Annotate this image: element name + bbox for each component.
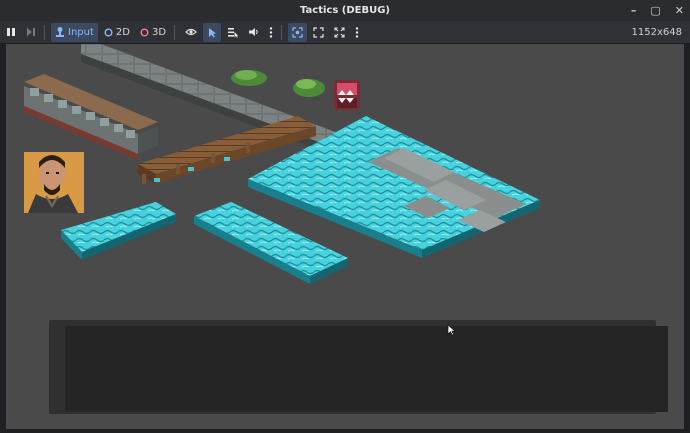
list-select-button[interactable] — [223, 23, 242, 42]
center-view-button[interactable] — [309, 23, 328, 42]
expand-icon — [313, 26, 324, 38]
character-portrait — [24, 152, 84, 213]
step-icon — [27, 28, 35, 36]
speaker-icon — [249, 28, 258, 36]
step-button[interactable] — [22, 23, 40, 42]
mode-3d-button[interactable]: 3D — [136, 23, 170, 42]
camera-frame-icon — [292, 26, 303, 38]
input-label: Input — [68, 26, 94, 38]
camera-override-button[interactable] — [288, 22, 308, 42]
bush-tiles — [231, 70, 325, 97]
mimic-chest-sprite — [334, 80, 360, 110]
speaker-button[interactable] — [244, 23, 263, 42]
window-titlebar: Tactics (DEBUG) – ▢ ✕ — [0, 0, 690, 21]
pause-icon — [7, 28, 15, 36]
radio-3d-icon — [140, 28, 149, 36]
fenced-wall-left — [24, 74, 158, 160]
cursor-arrow-icon — [209, 27, 217, 37]
list-icon — [228, 27, 239, 38]
dialog-panel[interactable] — [65, 326, 668, 412]
close-icon[interactable]: ✕ — [675, 4, 684, 17]
minimize-icon[interactable]: – — [631, 4, 637, 17]
more-options-button[interactable] — [265, 23, 277, 42]
pause-button[interactable] — [2, 23, 20, 42]
radio-2d-icon — [104, 28, 113, 36]
mode-2d-button[interactable]: 2D — [100, 23, 134, 42]
joystick-icon — [56, 27, 64, 37]
more-options-button-2[interactable] — [351, 23, 363, 42]
kebab-menu-icon — [355, 26, 359, 38]
toolbar-separator — [174, 24, 176, 40]
maximize-icon[interactable]: ▢ — [650, 4, 660, 17]
toolbar-separator — [281, 24, 283, 40]
debug-toolbar: Input 2D 3D 1152x648 — [0, 21, 690, 44]
game-viewport[interactable] — [6, 44, 684, 429]
resolution-label: 1152x648 — [631, 27, 682, 38]
select-button[interactable] — [203, 22, 222, 42]
window-title: Tactics (DEBUG) — [300, 5, 390, 16]
fullscreen-icon — [334, 26, 345, 38]
toolbar-separator — [44, 24, 45, 40]
mode-2d-label: 2D — [115, 26, 130, 38]
eye-icon — [185, 28, 197, 36]
fullscreen-button[interactable] — [330, 23, 349, 42]
mode-3d-label: 3D — [151, 26, 167, 38]
window-controls: – ▢ ✕ — [631, 0, 684, 21]
kebab-menu-icon — [269, 26, 273, 38]
visibility-button[interactable] — [181, 23, 201, 42]
mouse-cursor-icon — [447, 324, 456, 336]
input-toggle-button[interactable]: Input — [51, 22, 98, 42]
